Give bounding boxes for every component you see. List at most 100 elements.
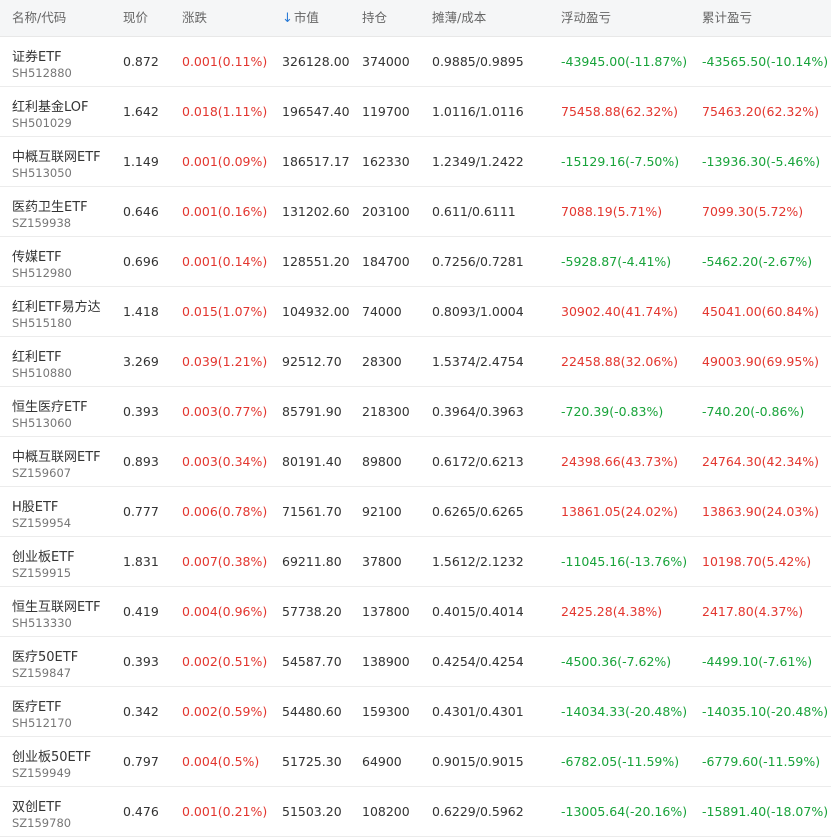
stock-name[interactable]: 红利基金LOF [12, 96, 89, 115]
holding-cell: 37800 [362, 554, 402, 569]
name-code-cell[interactable]: 创业板50ETF SZ159949 [12, 737, 117, 786]
change-cell: 0.001(0.11%) [182, 54, 268, 69]
holding-cell: 64900 [362, 754, 402, 769]
market-value-cell: 54480.60 [282, 704, 342, 719]
stock-name[interactable]: 创业板50ETF [12, 746, 91, 765]
stock-code: SH513330 [12, 616, 72, 630]
name-code-cell[interactable]: 双创ETF SZ159780 [12, 787, 117, 836]
holding-cell: 203100 [362, 204, 410, 219]
header-change[interactable]: 涨跌 [182, 0, 207, 36]
stock-name[interactable]: 证券ETF [12, 46, 62, 65]
table-row[interactable]: H股ETF SZ159954 0.777 0.006(0.78%) 71561.70 92… [0, 487, 831, 537]
stock-name[interactable]: 中概互联网ETF [12, 446, 101, 465]
stock-name[interactable]: 创业板ETF [12, 546, 75, 565]
change-cell: 0.002(0.59%) [182, 704, 268, 719]
total-pnl-cell: 7099.30(5.72%) [702, 204, 804, 219]
cost-cell: 1.0116/1.0116 [432, 104, 524, 119]
name-code-cell[interactable]: H股ETF SZ159954 [12, 487, 117, 536]
header-price[interactable]: 现价 [123, 0, 148, 36]
table-row[interactable]: 传媒ETF SH512980 0.696 0.001(0.14%) 128551.20 1… [0, 237, 831, 287]
stock-name[interactable]: 红利ETF易方达 [12, 296, 101, 315]
total-pnl-cell: 2417.80(4.37%) [702, 604, 804, 619]
name-code-cell[interactable]: 红利ETF易方达 SH515180 [12, 287, 117, 336]
change-cell: 0.004(0.96%) [182, 604, 268, 619]
stock-name[interactable]: H股ETF [12, 496, 58, 515]
holding-cell: 74000 [362, 304, 402, 319]
market-value-cell: 104932.00 [282, 304, 350, 319]
table-row[interactable]: 医药卫生ETF SZ159938 0.646 0.001(0.16%) 131202.6… [0, 187, 831, 237]
table-row[interactable]: 中概互联网ETF SZ159607 0.893 0.003(0.34%) 80191.4… [0, 437, 831, 487]
change-cell: 0.001(0.21%) [182, 804, 268, 819]
name-code-cell[interactable]: 创业板ETF SZ159915 [12, 537, 117, 586]
stock-name[interactable]: 红利ETF [12, 346, 62, 365]
change-cell: 0.002(0.51%) [182, 654, 268, 669]
sort-desc-arrow-icon[interactable]: ↓ [282, 11, 293, 26]
name-code-cell[interactable]: 中概互联网ETF SZ159607 [12, 437, 117, 486]
market-value-cell: 128551.20 [282, 254, 350, 269]
stock-name[interactable]: 恒生医疗ETF [12, 396, 88, 415]
float-pnl-cell: 13861.05(24.02%) [561, 504, 679, 519]
header-market-value[interactable]: ↓市值 [282, 0, 319, 36]
table-row[interactable]: 恒生医疗ETF SH513060 0.393 0.003(0.77%) 85791.90… [0, 387, 831, 437]
name-code-cell[interactable]: 医疗50ETF SZ159847 [12, 637, 117, 686]
holding-cell: 374000 [362, 54, 410, 69]
name-code-cell[interactable]: 红利ETF SH510880 [12, 337, 117, 386]
float-pnl-cell: 22458.88(32.06%) [561, 354, 679, 369]
table-row[interactable]: 创业板ETF SZ159915 1.831 0.007(0.38%) 69211.80 3… [0, 537, 831, 587]
header-total-pnl[interactable]: 累计盈亏 [702, 0, 752, 36]
table-row[interactable]: 创业板50ETF SZ159949 0.797 0.004(0.5%) 51725.30… [0, 737, 831, 787]
cost-cell: 0.4015/0.4014 [432, 604, 524, 619]
table-row[interactable]: 红利基金LOF SH501029 1.642 0.018(1.11%) 196547.4… [0, 87, 831, 137]
name-code-cell[interactable]: 红利基金LOF SH501029 [12, 87, 117, 136]
change-cell: 0.001(0.09%) [182, 154, 268, 169]
price-cell: 1.418 [123, 304, 159, 319]
table-header: 名称/代码 现价 涨跌 ↓市值 持仓 摊薄/成本 浮动盈亏 累计盈亏 [0, 0, 831, 37]
header-cost[interactable]: 摊薄/成本 [432, 0, 486, 36]
table-row[interactable]: 医疗ETF SH512170 0.342 0.002(0.59%) 54480.60 15… [0, 687, 831, 737]
market-value-cell: 69211.80 [282, 554, 342, 569]
table-row[interactable]: 红利ETF易方达 SH515180 1.418 0.015(1.07%) 104932.… [0, 287, 831, 337]
holding-cell: 108200 [362, 804, 410, 819]
stock-name[interactable]: 双创ETF [12, 796, 62, 815]
total-pnl-cell: 75463.20(62.32%) [702, 104, 820, 119]
table-row[interactable]: 恒生互联网ETF SH513330 0.419 0.004(0.96%) 57738.2… [0, 587, 831, 637]
stock-name[interactable]: 医疗50ETF [12, 646, 78, 665]
name-code-cell[interactable]: 传媒ETF SH512980 [12, 237, 117, 286]
stock-code: SZ159938 [12, 216, 72, 230]
table-row[interactable]: 双创ETF SZ159780 0.476 0.001(0.21%) 51503.20 10… [0, 787, 831, 837]
float-pnl-cell: 75458.88(62.32%) [561, 104, 679, 119]
market-value-cell: 71561.70 [282, 504, 342, 519]
table-row[interactable]: 红利ETF SH510880 3.269 0.039(1.21%) 92512.70 28… [0, 337, 831, 387]
cost-cell: 0.8093/1.0004 [432, 304, 524, 319]
change-cell: 0.007(0.38%) [182, 554, 268, 569]
table-row[interactable]: 医疗50ETF SZ159847 0.393 0.002(0.51%) 54587.70… [0, 637, 831, 687]
stock-name[interactable]: 传媒ETF [12, 246, 62, 265]
name-code-cell[interactable]: 医疗ETF SH512170 [12, 687, 117, 736]
name-code-cell[interactable]: 中概互联网ETF SH513050 [12, 137, 117, 186]
header-holding[interactable]: 持仓 [362, 0, 387, 36]
holding-cell: 159300 [362, 704, 410, 719]
stock-code: SZ159780 [12, 816, 72, 830]
name-code-cell[interactable]: 证券ETF SH512880 [12, 37, 117, 86]
name-code-cell[interactable]: 医药卫生ETF SZ159938 [12, 187, 117, 236]
stock-name[interactable]: 医药卫生ETF [12, 196, 88, 215]
table-row[interactable]: 证券ETF SH512880 0.872 0.001(0.11%) 326128.00 3… [0, 37, 831, 87]
change-cell: 0.039(1.21%) [182, 354, 268, 369]
float-pnl-cell: -11045.16(-13.76%) [561, 554, 688, 569]
total-pnl-cell: -740.20(-0.86%) [702, 404, 805, 419]
table-row[interactable]: 中概互联网ETF SH513050 1.149 0.001(0.09%) 186517.… [0, 137, 831, 187]
price-cell: 0.797 [123, 754, 159, 769]
stock-name[interactable]: 中概互联网ETF [12, 146, 101, 165]
float-pnl-cell: -15129.16(-7.50%) [561, 154, 680, 169]
total-pnl-cell: 13863.90(24.03%) [702, 504, 820, 519]
price-cell: 1.149 [123, 154, 159, 169]
float-pnl-cell: -720.39(-0.83%) [561, 404, 664, 419]
stock-name[interactable]: 医疗ETF [12, 696, 62, 715]
header-float-pnl[interactable]: 浮动盈亏 [561, 0, 611, 36]
stock-name[interactable]: 恒生互联网ETF [12, 596, 101, 615]
name-code-cell[interactable]: 恒生医疗ETF SH513060 [12, 387, 117, 436]
float-pnl-cell: -14034.33(-20.48%) [561, 704, 688, 719]
header-name-code[interactable]: 名称/代码 [12, 0, 117, 36]
name-code-cell[interactable]: 恒生互联网ETF SH513330 [12, 587, 117, 636]
cost-cell: 0.6229/0.5962 [432, 804, 524, 819]
